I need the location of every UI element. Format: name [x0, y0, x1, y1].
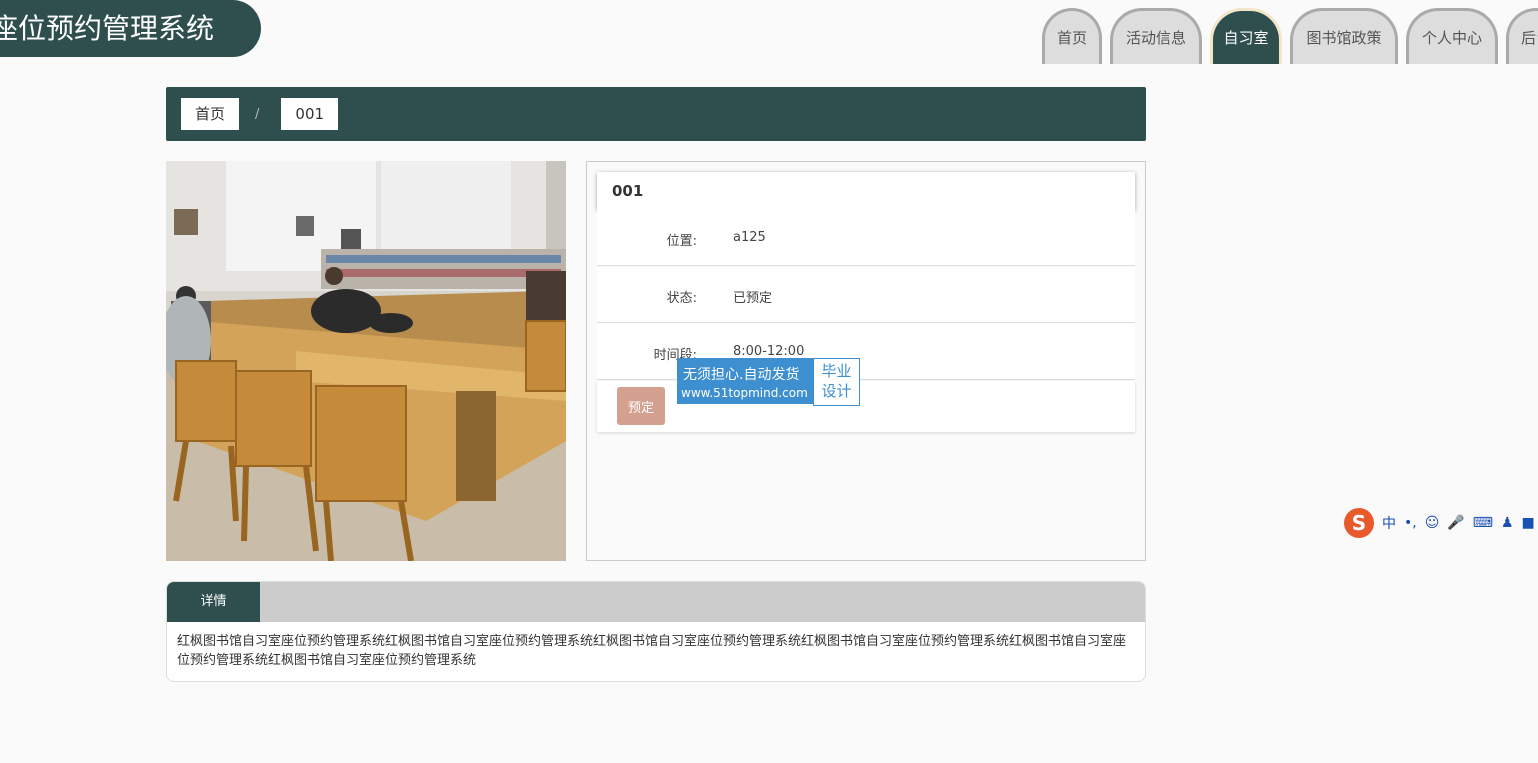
ime-language-toggle[interactable]: 中: [1382, 513, 1396, 533]
breadcrumb-home[interactable]: 首页: [181, 98, 240, 130]
details-tab-bar: 详情: [167, 582, 1145, 622]
watermark-ad: 无须担心.自动发货 www.51topmind.com 毕业 设计: [677, 358, 860, 406]
ime-logo-icon[interactable]: S: [1344, 508, 1374, 538]
app-title: 座位预约管理系统: [0, 12, 215, 45]
nav-admin-label: 后台: [1521, 29, 1538, 47]
watermark-badge: 毕业 设计: [813, 358, 860, 406]
ime-punctuation-toggle[interactable]: •,: [1404, 515, 1417, 531]
nav-activities[interactable]: 活动信息: [1110, 8, 1202, 64]
watermark-line1: 无须担心.自动发货: [683, 367, 800, 383]
nav-library-policy[interactable]: 图书馆政策: [1290, 8, 1398, 64]
emoji-icon[interactable]: ☺: [1425, 515, 1440, 531]
nav-home[interactable]: 首页: [1042, 8, 1102, 64]
nav-personal-center-label: 个人中心: [1421, 29, 1482, 47]
location-row: 位置: a125: [597, 210, 1135, 266]
location-label: 位置:: [666, 234, 697, 249]
tab-details[interactable]: 详情: [167, 582, 260, 622]
status-label: 状态:: [666, 291, 697, 306]
breadcrumb-separator: /: [255, 106, 260, 122]
watermark-text-block: 无须担心.自动发货 www.51topmind.com: [677, 358, 813, 404]
study-room-photo-illustration: [166, 161, 566, 561]
room-title: 001: [597, 172, 1135, 210]
nav-library-policy-label: 图书馆政策: [1306, 29, 1382, 47]
watermark-badge-line2: 设计: [821, 382, 852, 400]
nav-study-room-label: 自习室: [1223, 29, 1269, 47]
details-panel: 详情 红枫图书馆自习室座位预约管理系统红枫图书馆自习室座位预约管理系统红枫图书馆…: [166, 581, 1146, 682]
study-room-photo: [166, 161, 566, 561]
status-value: 已预定: [733, 291, 773, 306]
nav-admin[interactable]: 后台: [1506, 8, 1538, 64]
room-info-panel: 001 位置: a125 状态: 已预定 时间段: 8:00-12:00 预定: [586, 161, 1146, 561]
book-button[interactable]: 预定: [617, 387, 665, 425]
top-nav: 首页 活动信息 自习室 图书馆政策 个人中心 后台: [1042, 8, 1538, 64]
location-value: a125: [733, 230, 766, 245]
nav-personal-center[interactable]: 个人中心: [1406, 8, 1498, 64]
breadcrumb-current: 001: [281, 98, 339, 130]
mic-icon[interactable]: 🎤: [1447, 515, 1464, 531]
nav-home-label: 首页: [1056, 29, 1087, 47]
watermark-line2: www.51topmind.com: [681, 386, 808, 400]
shirt-icon[interactable]: ■: [1522, 515, 1535, 531]
breadcrumb: 首页 / 001: [166, 87, 1146, 141]
keyboard-icon[interactable]: ⌨: [1473, 515, 1493, 531]
ime-toolbar: S 中 •, ☺ 🎤 ⌨ ♟ ■: [1344, 508, 1538, 538]
app-logo-title: 座位预约管理系统: [0, 0, 261, 57]
watermark-badge-line1: 毕业: [821, 362, 852, 380]
status-row: 状态: 已预定: [597, 267, 1135, 323]
nav-study-room[interactable]: 自习室: [1210, 8, 1282, 64]
user-icon[interactable]: ♟: [1501, 515, 1514, 531]
nav-activities-label: 活动信息: [1125, 29, 1186, 47]
details-text: 红枫图书馆自习室座位预约管理系统红枫图书馆自习室座位预约管理系统红枫图书馆自习室…: [177, 634, 1127, 668]
time-value: 8:00-12:00: [733, 344, 805, 359]
